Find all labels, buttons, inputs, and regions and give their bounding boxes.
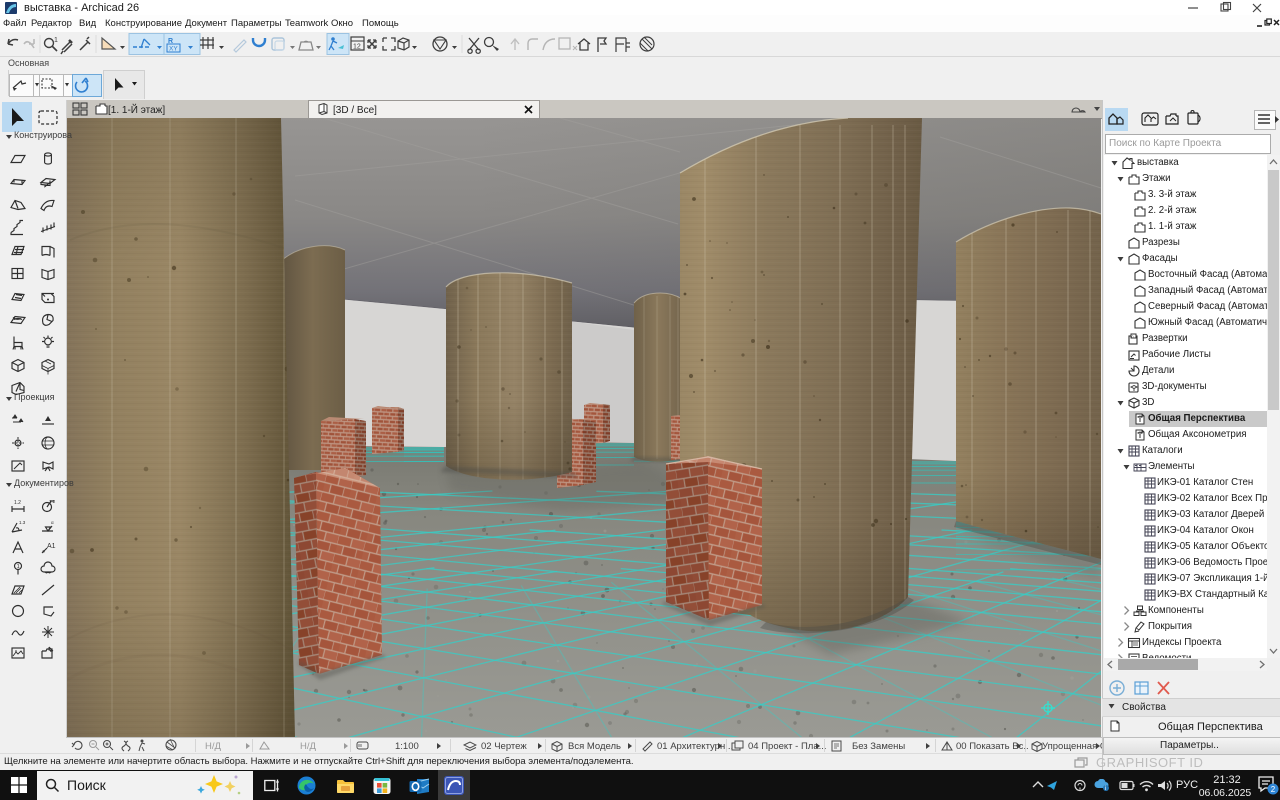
svg-text:1: 1 [54, 37, 58, 44]
svg-text:1.3: 1.3 [19, 520, 26, 525]
svg-text:2: 2 [1271, 785, 1276, 794]
svg-text:1: 1 [17, 564, 20, 570]
svg-text:i: i [1105, 786, 1106, 792]
svg-text:12: 12 [353, 44, 361, 51]
svg-text:1.2: 1.2 [14, 500, 21, 506]
svg-text:XY: XY [169, 46, 178, 53]
svg-text:1.2: 1.2 [49, 499, 56, 504]
svg-text:0: 0 [1132, 335, 1134, 339]
svg-text:α: α [51, 520, 54, 525]
svg-text:A1: A1 [47, 543, 56, 550]
